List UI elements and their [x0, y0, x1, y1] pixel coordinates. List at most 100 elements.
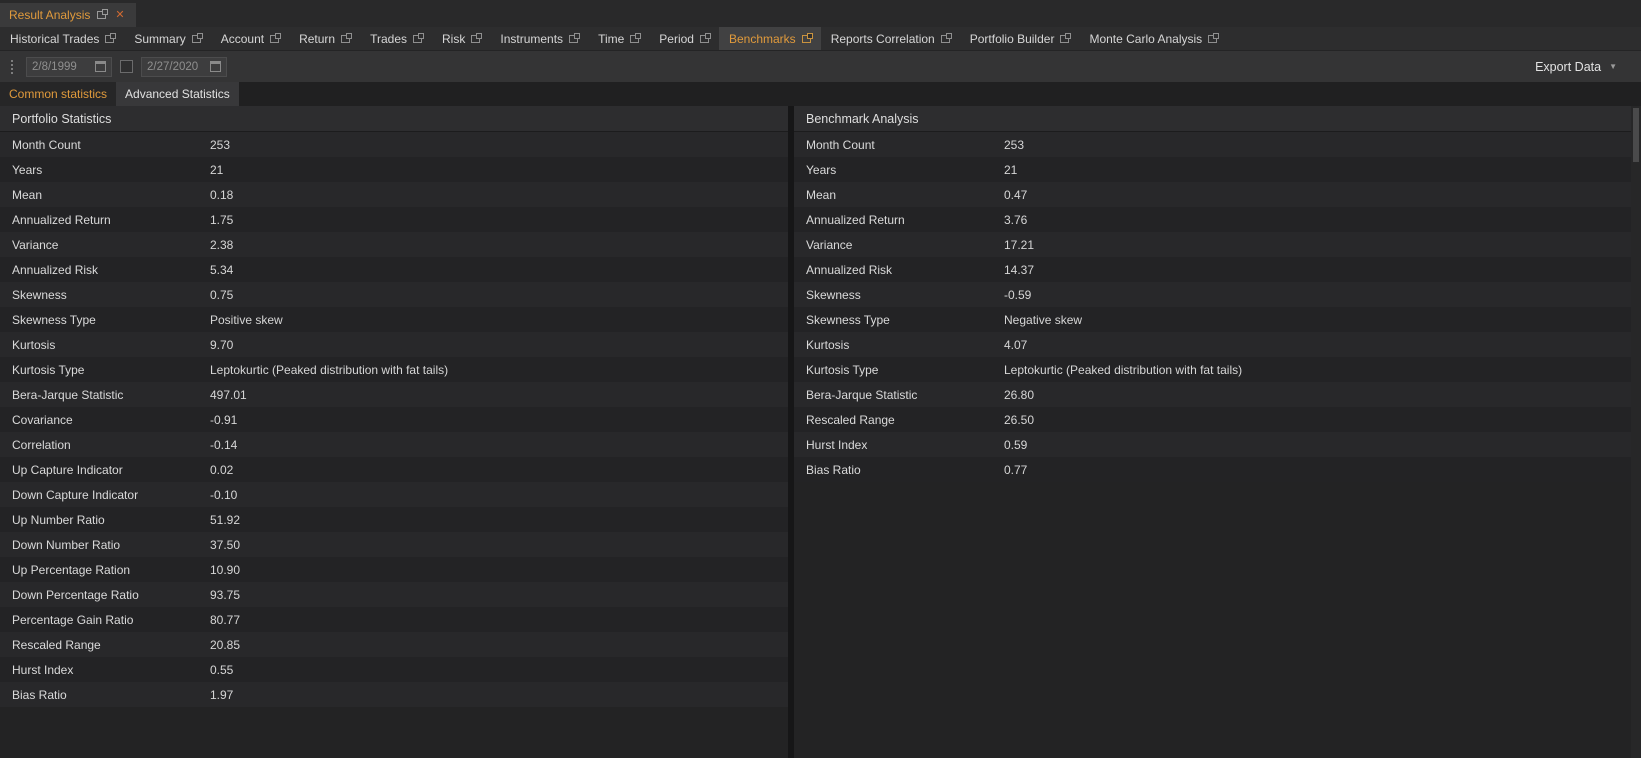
stat-value: 0.75 [210, 288, 233, 302]
vertical-scrollbar[interactable] [1631, 106, 1641, 758]
table-row: Mean0.47 [794, 182, 1631, 207]
table-row: Up Number Ratio51.92 [0, 507, 788, 532]
table-row: Month Count253 [794, 132, 1631, 157]
tab-window-icon [1208, 35, 1217, 43]
nav-tab-label: Benchmarks [729, 32, 796, 46]
stat-label: Rescaled Range [806, 413, 1004, 427]
date-range-checkbox[interactable] [120, 60, 133, 73]
stat-value: 0.55 [210, 663, 233, 677]
nav-tab-label: Period [659, 32, 694, 46]
scrollbar-thumb[interactable] [1633, 108, 1639, 162]
nav-tab-trades[interactable]: Trades [360, 27, 432, 50]
stat-value: Positive skew [210, 313, 283, 327]
stat-label: Down Percentage Ratio [12, 588, 210, 602]
stat-value: Leptokurtic (Peaked distribution with fa… [210, 363, 448, 377]
stat-label: Covariance [12, 413, 210, 427]
stat-label: Bias Ratio [12, 688, 210, 702]
stat-value: 253 [210, 138, 230, 152]
stat-label: Mean [806, 188, 1004, 202]
stat-value: 0.77 [1004, 463, 1027, 477]
nav-tab-risk[interactable]: Risk [432, 27, 490, 50]
table-row: Kurtosis9.70 [0, 332, 788, 357]
tab-window-icon [341, 35, 350, 43]
benchmark-analysis-panel: Benchmark Analysis Month Count253Years21… [794, 106, 1631, 758]
subtab-common-statistics[interactable]: Common statistics [0, 82, 116, 106]
table-row: Rescaled Range20.85 [0, 632, 788, 657]
subtab-advanced-statistics[interactable]: Advanced Statistics [116, 82, 239, 106]
calendar-icon[interactable] [210, 61, 221, 72]
document-tab-result-analysis[interactable]: Result Analysis ✕ [0, 3, 136, 27]
export-data-button[interactable]: Export Data ▼ [1527, 51, 1631, 82]
stat-value: -0.59 [1004, 288, 1031, 302]
nav-tab-historical-trades[interactable]: Historical Trades [0, 27, 124, 50]
table-row: Bias Ratio1.97 [0, 682, 788, 707]
portfolio-statistics-panel: Portfolio Statistics Month Count253Years… [0, 106, 788, 758]
nav-tab-label: Instruments [500, 32, 563, 46]
stat-label: Bias Ratio [806, 463, 1004, 477]
tab-window-icon [941, 35, 950, 43]
date-to-field[interactable]: 2/27/2020 [141, 57, 227, 77]
stat-value: 1.97 [210, 688, 233, 702]
table-row: Kurtosis4.07 [794, 332, 1631, 357]
table-row: Hurst Index0.55 [0, 657, 788, 682]
stat-label: Hurst Index [12, 663, 210, 677]
stat-label: Up Percentage Ration [12, 563, 210, 577]
stat-value: 26.80 [1004, 388, 1034, 402]
stat-label: Skewness Type [12, 313, 210, 327]
nav-tab-account[interactable]: Account [211, 27, 289, 50]
nav-tab-instruments[interactable]: Instruments [490, 27, 588, 50]
nav-tab-bar: Historical Trades SummaryAccount Return Tra… [0, 27, 1641, 51]
table-row: Annualized Risk14.37 [794, 257, 1631, 282]
nav-tab-portfolio-builder[interactable]: Portfolio Builder [960, 27, 1080, 50]
nav-tab-benchmarks[interactable]: Benchmarks [719, 27, 821, 50]
nav-tab-label: Risk [442, 32, 465, 46]
nav-tab-label: Trades [370, 32, 407, 46]
table-row: Down Capture Indicator-0.10 [0, 482, 788, 507]
tab-window-icon [192, 35, 201, 43]
statistics-subtab-bar: Common statisticsAdvanced Statistics [0, 82, 1641, 106]
stat-label: Kurtosis Type [806, 363, 1004, 377]
stat-value: 20.85 [210, 638, 240, 652]
toolbar: 2/8/1999 2/27/2020 Export Data ▼ [0, 51, 1641, 82]
nav-tab-monte-carlo-analysis[interactable]: Monte Carlo Analysis [1079, 27, 1227, 50]
date-to-value: 2/27/2020 [147, 61, 198, 73]
tab-window-icon [802, 35, 811, 43]
stat-value: 3.76 [1004, 213, 1027, 227]
stat-value: 0.02 [210, 463, 233, 477]
table-row: Skewness-0.59 [794, 282, 1631, 307]
calendar-icon[interactable] [95, 61, 106, 72]
panel-title: Portfolio Statistics [0, 106, 788, 132]
stat-value: 0.47 [1004, 188, 1027, 202]
stat-label: Bera-Jarque Statistic [12, 388, 210, 402]
statistics-table: Month Count253Years21Mean0.18Annualized … [0, 132, 788, 758]
nav-tab-summary[interactable]: Summary [124, 27, 210, 50]
table-row: Years21 [0, 157, 788, 182]
stat-value: 80.77 [210, 613, 240, 627]
app-window: Result Analysis ✕ Historical Trades Summa… [0, 0, 1641, 758]
drag-handle-icon[interactable] [10, 59, 14, 74]
close-icon[interactable]: ✕ [113, 9, 126, 22]
nav-tab-time[interactable]: Time [588, 27, 649, 50]
table-row: Up Capture Indicator0.02 [0, 457, 788, 482]
nav-tab-return[interactable]: Return [289, 27, 360, 50]
date-from-field[interactable]: 2/8/1999 [26, 57, 112, 77]
stat-label: Years [806, 163, 1004, 177]
table-row: Rescaled Range26.50 [794, 407, 1631, 432]
stat-label: Annualized Risk [12, 263, 210, 277]
nav-tab-label: Historical Trades [10, 32, 99, 46]
stat-value: 497.01 [210, 388, 247, 402]
table-row: Kurtosis TypeLeptokurtic (Peaked distrib… [794, 357, 1631, 382]
tab-window-icon [105, 35, 114, 43]
table-row: Bera-Jarque Statistic497.01 [0, 382, 788, 407]
table-row: Annualized Risk5.34 [0, 257, 788, 282]
nav-tab-period[interactable]: Period [649, 27, 719, 50]
stat-value: 21 [210, 163, 223, 177]
stat-value: Leptokurtic (Peaked distribution with fa… [1004, 363, 1242, 377]
tab-window-icon [97, 11, 106, 19]
nav-tab-reports-correlation[interactable]: Reports Correlation [821, 27, 960, 50]
nav-tab-label: Return [299, 32, 335, 46]
table-row: Bera-Jarque Statistic26.80 [794, 382, 1631, 407]
stat-label: Skewness [12, 288, 210, 302]
stat-label: Down Number Ratio [12, 538, 210, 552]
table-row: Variance17.21 [794, 232, 1631, 257]
